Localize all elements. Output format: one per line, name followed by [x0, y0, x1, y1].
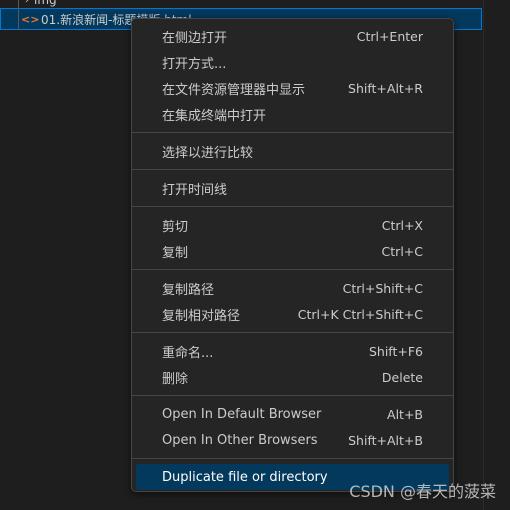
menu-item[interactable]: 复制路径 Ctrl+Shift+C	[136, 275, 449, 301]
menu-separator	[132, 169, 453, 170]
menu-item[interactable]: 复制 Ctrl+C	[136, 238, 449, 264]
indent-guide	[18, 0, 19, 30]
menu-item-label: 选择以进行比较	[162, 145, 254, 161]
watermark: CSDN @春天的菠菜	[349, 482, 496, 501]
menu-item[interactable]: 打开方式...	[136, 49, 449, 75]
menu-item-shortcut: Shift+Alt+B	[348, 432, 423, 448]
menu-item[interactable]: Open In Default Browser Alt+B	[136, 401, 449, 427]
menu-item-label: 打开时间线	[162, 182, 228, 198]
menu-item[interactable]: 删除 Delete	[136, 364, 449, 390]
menu-item-shortcut: Ctrl+C	[381, 243, 423, 259]
menu-item[interactable]: 剪切 Ctrl+X	[136, 212, 449, 238]
menu-item-shortcut: Alt+B	[387, 406, 423, 422]
menu-item-label: 复制	[162, 245, 189, 261]
menu-item-shortcut: Ctrl+Enter	[356, 28, 423, 44]
context-menu: 在侧边打开 Ctrl+Enter 打开方式... 在文件资源管理器中显示 Shift+A…	[131, 18, 454, 492]
menu-item[interactable]: 打开时间线	[136, 175, 449, 201]
chevron-right-icon: ›	[25, 0, 29, 6]
menu-item-shortcut: Ctrl+X	[381, 217, 423, 233]
menu-item-shortcut: Ctrl+K Ctrl+Shift+C	[297, 306, 423, 322]
menu-item-label: 复制相对路径	[162, 308, 241, 324]
menu-item[interactable]: Open In Other Browsers Shift+Alt+B	[136, 427, 449, 453]
menu-separator	[132, 206, 453, 207]
menu-separator	[132, 132, 453, 133]
menu-item-label: 重命名...	[162, 345, 214, 361]
menu-item-label: 复制路径	[162, 282, 215, 298]
menu-item-shortcut: Shift+Alt+R	[348, 80, 423, 96]
menu-item-label: 在集成终端中打开	[162, 108, 267, 124]
menu-item-label: Open In Default Browser	[162, 406, 322, 422]
menu-item[interactable]: 在文件资源管理器中显示 Shift+Alt+R	[136, 75, 449, 101]
menu-separator	[132, 395, 453, 396]
menu-separator	[132, 269, 453, 270]
menu-item-label: 在侧边打开	[162, 30, 228, 46]
menu-item[interactable]: 重命名... Shift+F6	[136, 338, 449, 364]
menu-item-shortcut: Delete	[381, 369, 423, 385]
menu-separator	[132, 332, 453, 333]
menu-item[interactable]: 在侧边打开 Ctrl+Enter	[136, 23, 449, 49]
panel-divider	[483, 0, 484, 510]
menu-item[interactable]: 复制相对路径 Ctrl+K Ctrl+Shift+C	[136, 301, 449, 327]
menu-separator	[132, 458, 453, 459]
menu-item-label: Open In Other Browsers	[162, 432, 318, 448]
menu-item-label: 打开方式...	[162, 56, 227, 72]
menu-item-shortcut: Shift+F6	[368, 343, 423, 359]
html-file-icon: <>	[21, 12, 40, 26]
menu-item-shortcut: Ctrl+Shift+C	[342, 280, 423, 296]
menu-item-label: 在文件资源管理器中显示	[162, 82, 306, 98]
menu-item[interactable]: 在集成终端中打开	[136, 101, 449, 127]
menu-item-label: 剪切	[162, 219, 189, 235]
folder-label: img	[34, 0, 57, 7]
menu-item-label: 删除	[162, 371, 189, 387]
menu-item[interactable]: 选择以进行比较	[136, 138, 449, 164]
